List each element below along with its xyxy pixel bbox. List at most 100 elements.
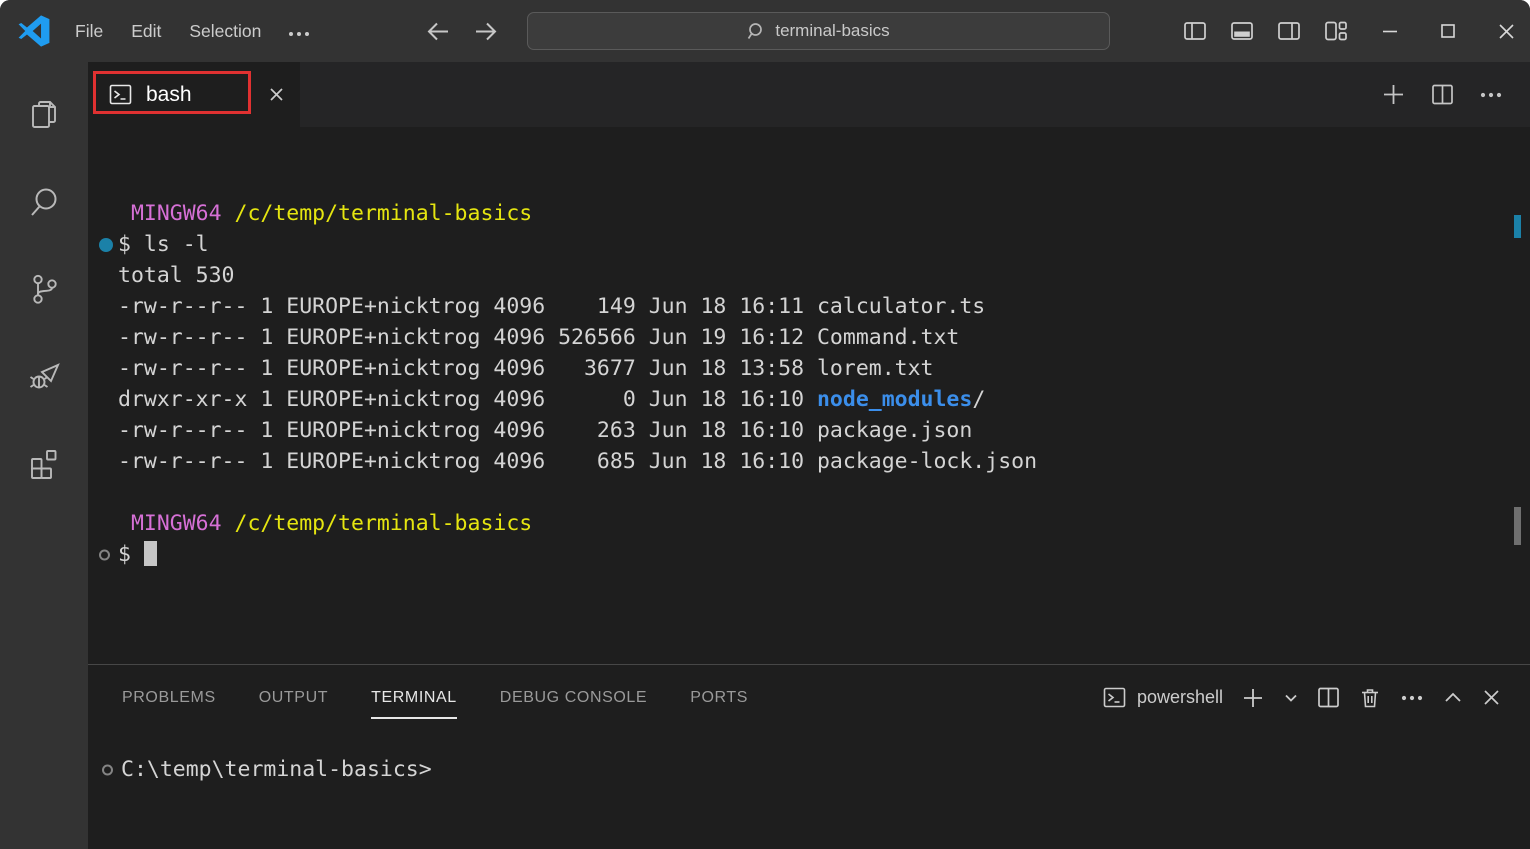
terminal-segment: drwxr-xr-x 1 EUROPE+nicktrog 4096 0 Jun …	[118, 387, 817, 412]
source-control-branch-icon	[26, 271, 62, 307]
back-button[interactable]	[425, 18, 452, 45]
terminal-icon	[108, 82, 133, 107]
terminal-text: MINGW64 /c/temp/terminal-basics	[118, 201, 532, 226]
terminal-line: -rw-r--r-- 1 EUROPE+nicktrog 4096 685 Ju…	[118, 446, 1530, 477]
terminal-text: -rw-r--r-- 1 EUROPE+nicktrog 4096 263 Ju…	[118, 418, 972, 443]
menu-more-icon[interactable]	[289, 26, 309, 36]
tab-bash[interactable]: bash	[88, 62, 300, 127]
split-terminal-button[interactable]	[1316, 685, 1341, 710]
history-navigation	[425, 0, 499, 62]
launch-profile-chevron-icon[interactable]	[1283, 690, 1299, 706]
kill-terminal-trash-icon[interactable]	[1358, 686, 1382, 710]
layout-controls	[1182, 0, 1349, 62]
terminal-text: total 530	[118, 263, 235, 288]
minimize-button[interactable]	[1381, 22, 1399, 40]
overview-ruler-command-mark	[1514, 215, 1521, 238]
panel-toolbar: powershell	[1102, 665, 1502, 730]
bottom-panel: PROBLEMS OUTPUT TERMINAL DEBUG CONSOLE P…	[88, 664, 1530, 849]
customize-layout-icon[interactable]	[1323, 18, 1349, 44]
vscode-window: File Edit Selection terminal-basics	[0, 0, 1530, 849]
more-actions-icon[interactable]	[1399, 685, 1425, 711]
panel-header: PROBLEMS OUTPUT TERMINAL DEBUG CONSOLE P…	[88, 665, 1530, 730]
activitybar-extensions[interactable]	[0, 419, 88, 506]
terminal-text: drwxr-xr-x 1 EUROPE+nicktrog 4096 0 Jun …	[118, 387, 985, 412]
terminal-text: -rw-r--r-- 1 EUROPE+nicktrog 4096 526566…	[118, 325, 959, 350]
command-pending-decoration-icon[interactable]	[102, 764, 113, 775]
main-area: bash	[0, 62, 1530, 849]
vscode-logo-icon	[17, 14, 51, 48]
maximize-button[interactable]	[1439, 22, 1457, 40]
terminal-line: MINGW64 /c/temp/terminal-basics	[118, 198, 1530, 229]
command-success-decoration-icon[interactable]	[99, 238, 113, 252]
panel-tab-debug-console[interactable]: DEBUG CONSOLE	[500, 689, 647, 707]
toggle-panel-icon[interactable]	[1229, 18, 1255, 44]
terminal-segment: MINGW64	[118, 511, 222, 536]
forward-button[interactable]	[472, 18, 499, 45]
toggle-secondary-sidebar-icon[interactable]	[1276, 18, 1302, 44]
search-icon	[747, 22, 766, 41]
activitybar-search[interactable]	[0, 158, 88, 245]
terminal-text: MINGW64 /c/temp/terminal-basics	[118, 511, 532, 536]
panel-tabs: PROBLEMS OUTPUT TERMINAL DEBUG CONSOLE P…	[88, 665, 748, 730]
maximize-panel-chevron-up-icon[interactable]	[1442, 687, 1464, 709]
menu-edit[interactable]: Edit	[131, 21, 161, 42]
active-shell-label[interactable]: powershell	[1137, 687, 1223, 708]
terminal-line: C:\temp\terminal-basics>	[121, 754, 1530, 785]
activity-bar	[0, 62, 88, 849]
terminal-segment: -rw-r--r-- 1 EUROPE+nicktrog 4096 526566…	[118, 325, 959, 350]
terminal-segment: -rw-r--r-- 1 EUROPE+nicktrog 4096 685 Ju…	[118, 449, 1037, 474]
panel-terminal[interactable]: C:\temp\terminal-basics>	[88, 730, 1530, 785]
extensions-icon	[26, 445, 62, 481]
explorer-files-icon	[26, 97, 62, 133]
terminal-text: $	[118, 542, 157, 567]
panel-tab-output[interactable]: OUTPUT	[259, 689, 328, 707]
terminal-segment: C:\temp\terminal-basics>	[121, 757, 432, 782]
terminal-line: -rw-r--r-- 1 EUROPE+nicktrog 4096 149 Ju…	[118, 291, 1530, 322]
close-tab-button[interactable]	[267, 85, 286, 104]
terminal-segment: -rw-r--r-- 1 EUROPE+nicktrog 4096 149 Ju…	[118, 294, 985, 319]
terminal-segment: $	[118, 542, 144, 567]
terminal-line: -rw-r--r-- 1 EUROPE+nicktrog 4096 526566…	[118, 322, 1530, 353]
more-actions-icon[interactable]	[1478, 82, 1504, 108]
terminal-segment: /c/temp/terminal-basics	[222, 201, 533, 226]
command-center-search[interactable]: terminal-basics	[527, 12, 1110, 50]
new-terminal-button[interactable]	[1380, 81, 1407, 108]
panel-tab-terminal[interactable]: TERMINAL	[371, 689, 457, 707]
editor-group: bash	[88, 62, 1530, 849]
panel-tab-ports[interactable]: PORTS	[690, 689, 748, 707]
terminal-line: total 530	[118, 260, 1530, 291]
terminal-segment: /	[972, 387, 985, 412]
terminal-segment: -rw-r--r-- 1 EUROPE+nicktrog 4096 263 Ju…	[118, 418, 972, 443]
new-terminal-button[interactable]	[1240, 685, 1266, 711]
activitybar-source-control[interactable]	[0, 245, 88, 332]
terminal-segment: $ ls -l	[118, 232, 209, 257]
editor-actions	[1380, 62, 1504, 127]
terminal-line: -rw-r--r-- 1 EUROPE+nicktrog 4096 3677 J…	[118, 353, 1530, 384]
panel-tab-problems[interactable]: PROBLEMS	[122, 689, 216, 707]
toggle-primary-sidebar-icon[interactable]	[1182, 18, 1208, 44]
editor-tabstrip: bash	[88, 62, 1530, 127]
window-controls	[1381, 0, 1516, 62]
terminal-line: $ ls -l	[118, 229, 1530, 260]
terminal-line: drwxr-xr-x 1 EUROPE+nicktrog 4096 0 Jun …	[118, 384, 1530, 415]
terminal-output: MINGW64 /c/temp/terminal-basics $ ls -l to…	[88, 127, 1530, 570]
close-panel-button[interactable]	[1481, 687, 1502, 708]
terminal-text: $ ls -l	[118, 232, 209, 257]
close-window-button[interactable]	[1497, 22, 1516, 41]
terminal-segment: total 530	[118, 263, 235, 288]
command-pending-decoration-icon[interactable]	[99, 549, 110, 560]
terminal-segment: node_modules	[817, 387, 972, 412]
activitybar-run-debug[interactable]	[0, 332, 88, 419]
menu-selection[interactable]: Selection	[189, 21, 261, 42]
terminal-line: -rw-r--r-- 1 EUROPE+nicktrog 4096 263 Ju…	[118, 415, 1530, 446]
menu-file[interactable]: File	[75, 21, 103, 42]
terminal-text: -rw-r--r-- 1 EUROPE+nicktrog 4096 3677 J…	[118, 356, 933, 381]
search-icon	[26, 184, 62, 220]
titlebar: File Edit Selection terminal-basics	[0, 0, 1530, 62]
activitybar-explorer[interactable]	[0, 71, 88, 158]
run-and-debug-icon	[25, 357, 63, 395]
terminal-icon	[1102, 685, 1127, 710]
split-editor-button[interactable]	[1430, 82, 1455, 107]
terminal-cursor	[144, 541, 157, 566]
editor-terminal[interactable]: MINGW64 /c/temp/terminal-basics $ ls -l to…	[88, 127, 1530, 664]
